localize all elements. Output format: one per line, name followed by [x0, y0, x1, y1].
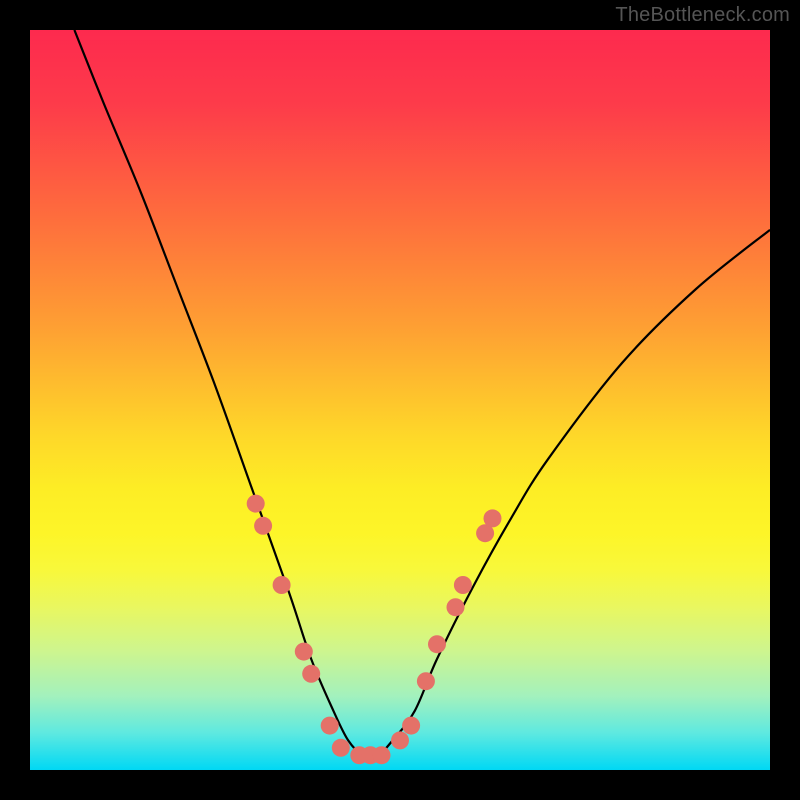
data-marker: [391, 731, 409, 749]
data-marker: [247, 495, 265, 513]
data-marker: [417, 672, 435, 690]
data-marker: [254, 517, 272, 535]
data-marker: [273, 576, 291, 594]
marker-group: [247, 495, 502, 765]
chart-frame: TheBottleneck.com: [0, 0, 800, 800]
data-marker: [332, 739, 350, 757]
data-marker: [484, 509, 502, 527]
watermark-text: TheBottleneck.com: [615, 4, 790, 27]
data-marker: [454, 576, 472, 594]
data-marker: [402, 717, 420, 735]
data-marker: [295, 643, 313, 661]
data-marker: [373, 746, 391, 764]
data-marker: [428, 635, 446, 653]
data-marker: [302, 665, 320, 683]
plot-area: [30, 30, 770, 770]
data-marker: [447, 598, 465, 616]
data-marker: [321, 717, 339, 735]
bottleneck-curve: [74, 30, 770, 757]
chart-svg: [30, 30, 770, 770]
